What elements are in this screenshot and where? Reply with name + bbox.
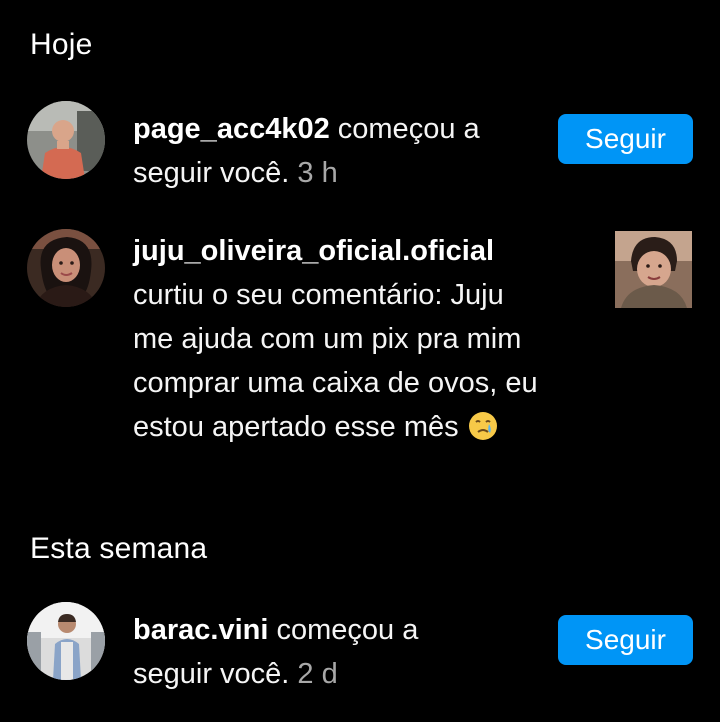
avatar-photo-barac-vini <box>27 602 105 680</box>
comment-line: comprar uma caixa de ovos, eu <box>133 367 538 399</box>
notification-text: juju_oliveira_oficial.oficial curtiu o s… <box>133 229 538 449</box>
comment-line: estou apertado esse mês <box>133 411 467 443</box>
notification-text: barac.vini começou a seguir você. 2 d <box>133 608 418 696</box>
username-link[interactable]: barac.vini <box>133 614 268 646</box>
follow-button[interactable]: Seguir <box>558 615 693 665</box>
avatar-photo-juju-oliveira <box>27 229 105 307</box>
notification-text: page_acc4k02 começou a seguir você. 3 h <box>133 107 480 195</box>
notification-message: seguir você. <box>133 157 290 189</box>
section-title-today: Hoje <box>30 28 93 61</box>
avatar[interactable] <box>27 229 105 307</box>
section-title-this-week: Esta semana <box>30 532 208 565</box>
avatar[interactable] <box>27 602 105 680</box>
username-link[interactable]: page_acc4k02 <box>133 113 330 145</box>
notification-message: começou a <box>329 113 480 145</box>
follow-button[interactable]: Seguir <box>558 114 693 164</box>
notification-message: começou a <box>268 614 419 646</box>
username-link[interactable]: juju_oliveira_oficial.oficial <box>133 235 494 267</box>
avatar[interactable] <box>27 101 105 179</box>
post-thumbnail-image <box>615 231 692 308</box>
comment-line: me ajuda com um pix pra mim <box>133 323 522 355</box>
crying-face-emoji-icon <box>468 412 497 440</box>
notification-message: seguir você. <box>133 658 290 690</box>
comment-line: curtiu o seu comentário: Juju <box>133 279 504 311</box>
notification-time: 2 d <box>297 658 338 690</box>
avatar-photo-page-acc4k02 <box>27 101 105 179</box>
post-thumbnail[interactable] <box>615 231 692 308</box>
notification-time: 3 h <box>297 157 338 189</box>
